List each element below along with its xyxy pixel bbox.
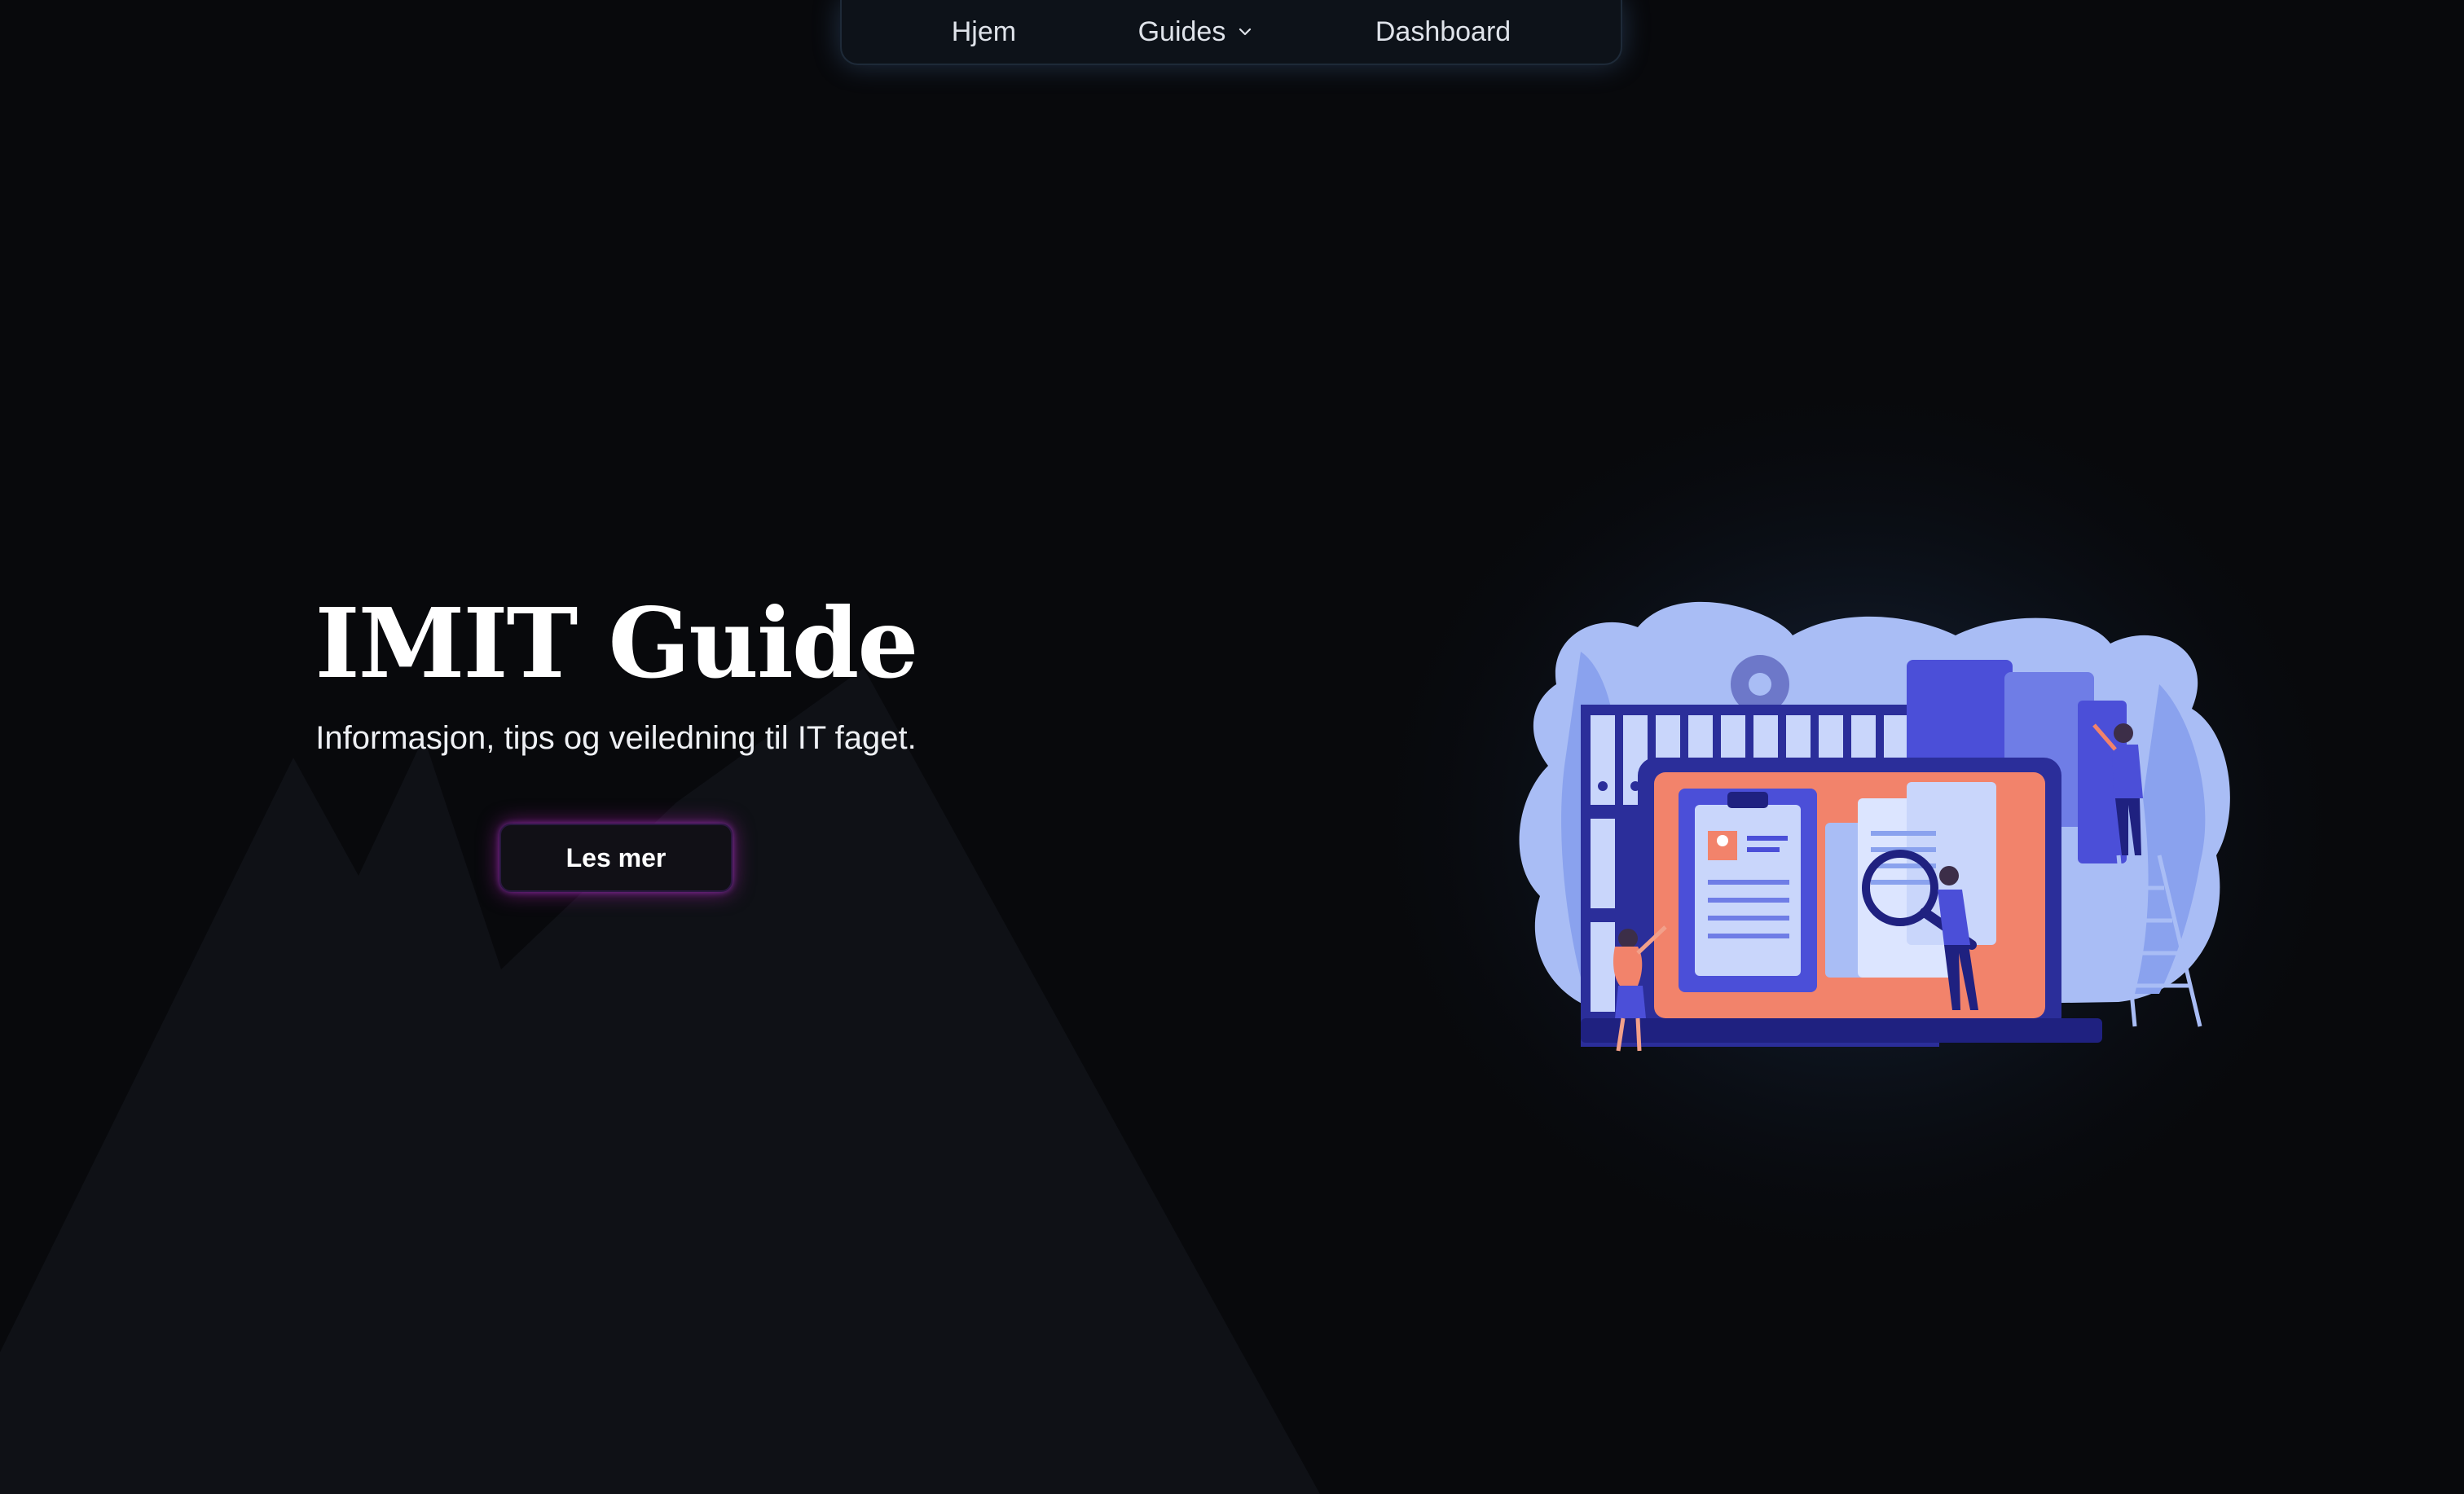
hero-illustration xyxy=(1353,367,2363,1279)
nav-item-label: Hjem xyxy=(951,15,1017,47)
hero-subtitle: Informasjon, tips og veiledning til IT f… xyxy=(315,720,917,756)
nav-item-hjem[interactable]: Hjem xyxy=(952,16,1016,48)
top-navbar: Hjem Guides Dashboard xyxy=(840,0,1622,65)
read-more-button[interactable]: Les mer xyxy=(499,824,733,892)
hero-title: IMIT Guide xyxy=(315,587,919,700)
nav-item-dashboard[interactable]: Dashboard xyxy=(1375,16,1511,48)
hero-section: IMIT Guide Informasjon, tips og veiledni… xyxy=(0,587,1232,892)
page: Hjem Guides Dashboard IMIT Guide Informa… xyxy=(0,0,2464,1494)
nav-item-guides[interactable]: Guides xyxy=(1138,16,1254,48)
nav-item-label: Guides xyxy=(1137,15,1226,47)
chevron-down-icon xyxy=(1239,28,1252,36)
nav-item-label: Dashboard xyxy=(1375,15,1511,47)
